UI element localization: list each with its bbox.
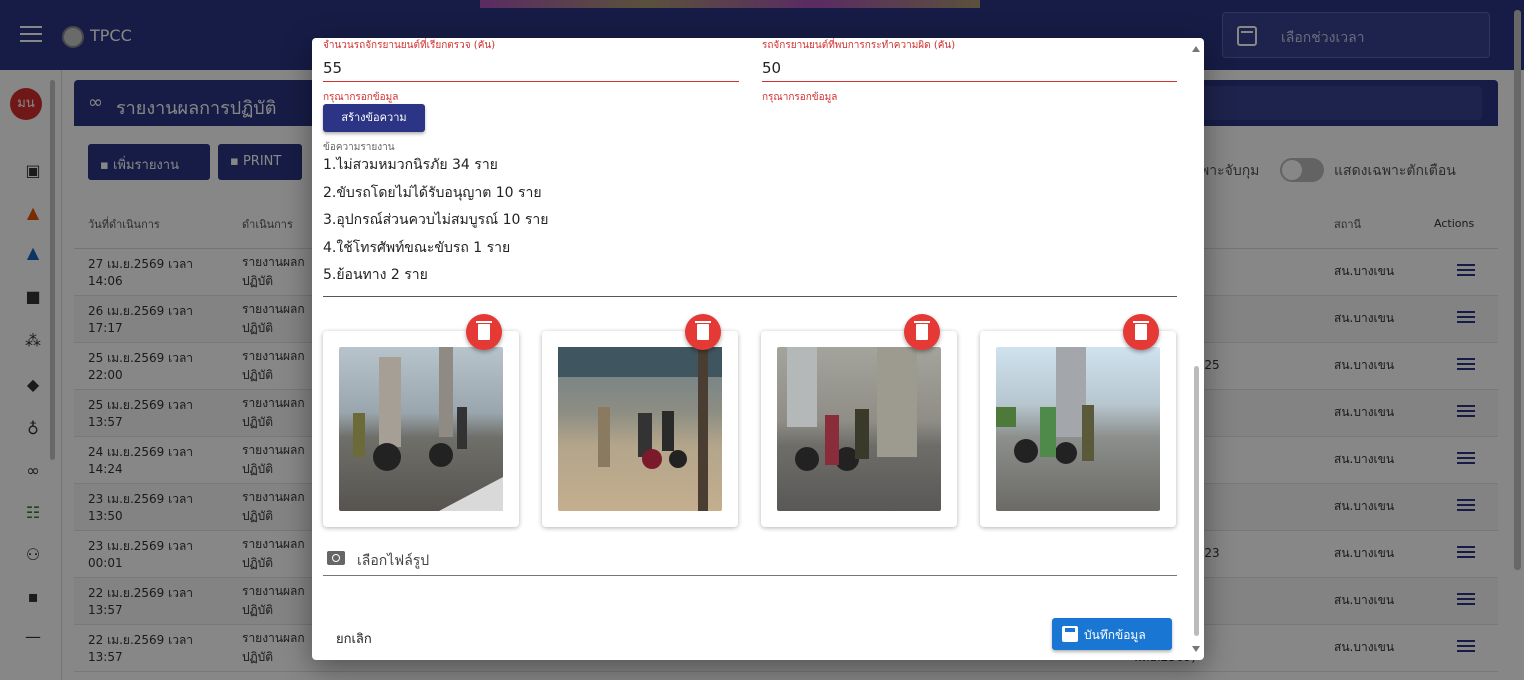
save-button-label: บันทึกข้อมูล xyxy=(1084,628,1146,642)
trash-icon xyxy=(1133,321,1149,340)
create-message-button[interactable]: สร้างข้อความ xyxy=(323,104,425,132)
scroll-thumb[interactable] xyxy=(1194,366,1199,636)
save-disk-icon xyxy=(1062,626,1078,642)
trash-icon xyxy=(476,321,492,340)
report-dialog: จำนวนรถจักรยานยนต์ที่เรียกตรวจ (คัน) 55 … xyxy=(312,38,1204,660)
photo-thumbnail[interactable] xyxy=(339,347,503,511)
message-line: 5.ย้อนทาง 2 ราย xyxy=(323,267,428,284)
trash-icon xyxy=(914,321,930,340)
photo-thumbnail[interactable] xyxy=(996,347,1160,511)
photo-card xyxy=(323,314,519,527)
trash-icon xyxy=(695,321,711,340)
required-hint: กรุณากรอกข้อมูล xyxy=(762,92,838,103)
delete-photo-button[interactable] xyxy=(1123,314,1159,350)
vehicles-called-value[interactable]: 55 xyxy=(323,59,739,77)
delete-photo-button[interactable] xyxy=(685,314,721,350)
file-picker-label: เลือกไฟล์รูป xyxy=(357,553,430,569)
scroll-up-arrow[interactable] xyxy=(1192,46,1200,52)
vehicles-offense-label: รถจักรยานยนต์ที่พบการกระทำความผิด (คัน) xyxy=(762,40,956,51)
dialog-scrollbar[interactable] xyxy=(1192,46,1200,652)
vehicles-called-label: จำนวนรถจักรยานยนต์ที่เรียกตรวจ (คัน) xyxy=(323,40,496,51)
camera-icon xyxy=(327,551,345,565)
photo-thumbnail[interactable] xyxy=(777,347,941,511)
message-line: 1.ไม่สวมหมวกนิรภัย 34 ราย xyxy=(323,157,498,173)
file-picker-input[interactable]: เลือกไฟล์รูป xyxy=(323,548,1177,576)
photo-card xyxy=(761,314,957,527)
vehicles-offense-value[interactable]: 50 xyxy=(762,59,1177,77)
photo-thumbnail[interactable] xyxy=(558,347,722,511)
photo-card xyxy=(542,314,738,527)
required-hint: กรุณากรอกข้อมูล xyxy=(323,92,399,103)
cancel-button[interactable]: ยกเลิก xyxy=(336,628,372,649)
scroll-down-arrow[interactable] xyxy=(1192,646,1200,652)
save-button[interactable]: บันทึกข้อมูล xyxy=(1052,618,1172,650)
message-line: 3.อุปกรณ์ส่วนควบไม่สมบูรณ์ 10 ราย xyxy=(323,212,549,229)
vehicles-called-field[interactable]: จำนวนรถจักรยานยนต์ที่เรียกตรวจ (คัน) 55 xyxy=(323,38,739,82)
message-line: 4.ใช้โทรศัพท์ขณะขับรถ 1 ราย xyxy=(323,239,511,256)
delete-photo-button[interactable] xyxy=(466,314,502,350)
photo-card xyxy=(980,314,1176,527)
delete-photo-button[interactable] xyxy=(904,314,940,350)
message-textarea[interactable]: 1.ไม่สวมหมวกนิรภัย 34 ราย 2.ขับรถโดยไม่ไ… xyxy=(323,152,1177,297)
message-line: 2.ขับรถโดยไม่ได้รับอนุญาต 10 ราย xyxy=(323,184,542,201)
vehicles-offense-field[interactable]: รถจักรยานยนต์ที่พบการกระทำความผิด (คัน) … xyxy=(762,38,1177,82)
